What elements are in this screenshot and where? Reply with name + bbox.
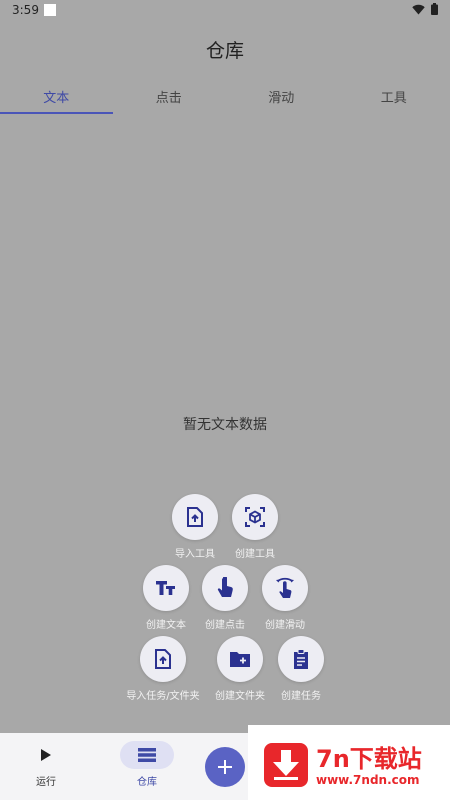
file-upload-icon [155, 649, 171, 669]
plus-icon [218, 760, 232, 774]
watermark-title: 7n下载站 [316, 745, 422, 773]
create-folder-button[interactable] [217, 636, 263, 682]
text-icon [156, 581, 175, 595]
create-text-button[interactable] [143, 565, 189, 611]
clipboard-icon [294, 649, 308, 669]
watermark-url: www.7ndn.com [316, 773, 420, 787]
battery-icon [431, 3, 438, 15]
watermark-banner: 7n下载站 www.7ndn.com [248, 725, 450, 800]
tab-click[interactable]: 点击 [113, 80, 226, 114]
nav-label-run: 运行 [36, 777, 56, 788]
file-upload-icon [187, 507, 203, 527]
nav-pill-warehouse [120, 741, 174, 769]
notification-icon [44, 4, 56, 16]
create-task-button[interactable] [278, 636, 324, 682]
wifi-icon [412, 4, 425, 14]
import-tool-button[interactable] [172, 494, 218, 540]
touch-icon [217, 577, 233, 597]
menu-toggle-button[interactable] [205, 747, 245, 787]
create-swipe-button[interactable] [262, 565, 308, 611]
create-click-button[interactable] [202, 565, 248, 611]
status-icons [412, 3, 438, 15]
storage-icon [138, 748, 156, 762]
folder-add-icon [230, 652, 250, 667]
nav-item-warehouse[interactable]: 仓库 [117, 741, 177, 788]
create-tool-label: 创建工具 [235, 549, 275, 560]
play-icon [41, 749, 51, 761]
cube-scan-icon [245, 507, 265, 527]
nav-label-warehouse: 仓库 [137, 777, 157, 788]
tab-text[interactable]: 文本 [0, 80, 113, 114]
nav-item-run[interactable]: 运行 [16, 741, 76, 788]
create-tool-button[interactable] [232, 494, 278, 540]
download-logo-icon [264, 743, 308, 787]
tab-bar: 文本 点击 滑动 工具 [0, 80, 450, 114]
nav-pill-run [19, 741, 73, 769]
status-bar: 3:59 [0, 0, 450, 22]
import-task-folder-button[interactable] [140, 636, 186, 682]
status-time: 3:59 [12, 3, 39, 17]
create-swipe-label: 创建滑动 [265, 620, 305, 631]
tab-swipe[interactable]: 滑动 [225, 80, 338, 114]
create-task-label: 创建任务 [281, 691, 321, 702]
page-title: 仓库 [205, 40, 244, 62]
empty-state-message: 暂无文本数据 [183, 417, 267, 433]
tab-tools[interactable]: 工具 [338, 80, 450, 114]
swipe-icon [276, 577, 294, 598]
